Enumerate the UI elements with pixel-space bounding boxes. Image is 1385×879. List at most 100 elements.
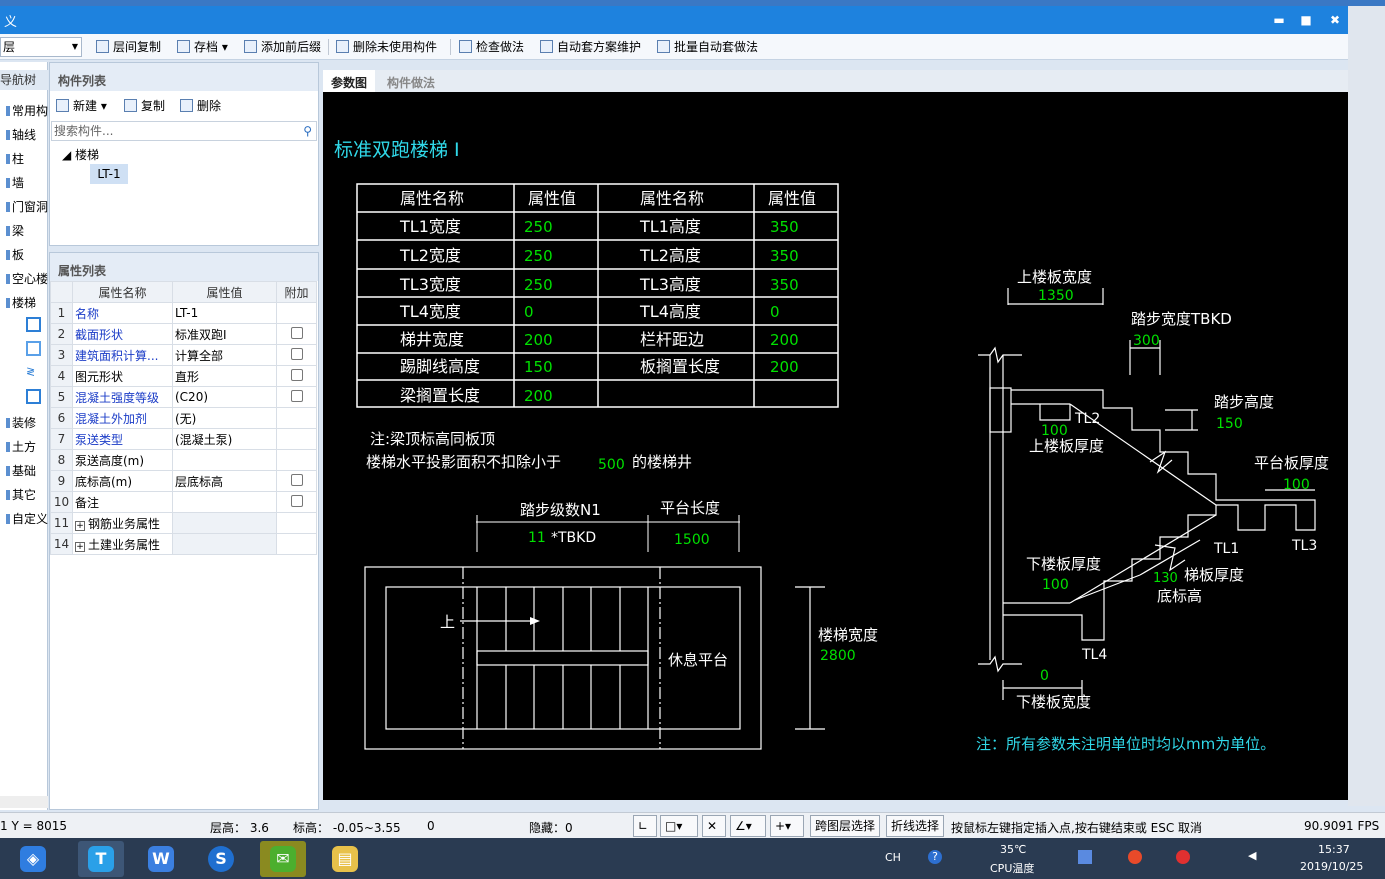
floor-copy-button[interactable]: 层间复制 bbox=[96, 38, 161, 56]
attach-checkbox[interactable] bbox=[290, 494, 303, 507]
nav-item[interactable]: 柱 bbox=[6, 150, 24, 167]
property-row[interactable]: 2 截面形状 标准双跑I bbox=[50, 323, 317, 345]
tray-app-icon[interactable] bbox=[1176, 850, 1190, 864]
tab-component-method[interactable]: 构件做法 bbox=[379, 70, 443, 92]
help-icon[interactable]: ? bbox=[928, 850, 942, 864]
property-value[interactable] bbox=[172, 491, 277, 513]
taskbar-app[interactable]: T bbox=[78, 841, 124, 877]
property-row[interactable]: 8 泵送高度(m) bbox=[50, 449, 317, 471]
property-value[interactable]: 计算全部 bbox=[172, 344, 277, 366]
nav-item[interactable]: 空心楼 bbox=[6, 270, 48, 287]
diagram-canvas[interactable]: 标准双跑楼梯 I 属性名称 属性值 属性名称 属性值 TL1宽度 250 TL1高度… bbox=[323, 92, 1348, 800]
search-input[interactable]: 搜索构件... ⚲ bbox=[51, 121, 317, 141]
property-row[interactable]: 5 混凝土强度等级 (C20) bbox=[50, 386, 317, 408]
property-value[interactable]: (C20) bbox=[172, 386, 277, 408]
tl2-label: TL2 bbox=[1074, 411, 1100, 427]
property-value[interactable]: (混凝土泵) bbox=[172, 428, 277, 450]
property-value[interactable]: 层底标高 bbox=[172, 470, 277, 492]
tray-app-icon[interactable] bbox=[1078, 850, 1092, 864]
property-row[interactable]: 10 备注 bbox=[50, 491, 317, 513]
taskbar-app[interactable]: ✉ bbox=[260, 841, 306, 877]
copy-button[interactable]: 复制 bbox=[124, 97, 165, 115]
delete-unused-button[interactable]: 删除未使用构件 bbox=[336, 38, 437, 56]
property-value[interactable] bbox=[172, 533, 277, 555]
nav-item[interactable]: 土方 bbox=[6, 438, 36, 455]
property-name: 混凝土强度等级 bbox=[72, 386, 173, 408]
riser-height-label: 踏步高度 bbox=[1214, 393, 1274, 411]
snap-icon[interactable]: +▾ bbox=[770, 815, 804, 837]
nav-item[interactable]: 其它 bbox=[6, 486, 36, 503]
minimize-button[interactable]: ▬ bbox=[1268, 10, 1290, 30]
archive-button[interactable]: 存档 ▾ bbox=[177, 38, 228, 56]
steps-unit: *TBKD bbox=[551, 530, 596, 546]
nav-item[interactable]: 自定义 bbox=[6, 510, 48, 527]
property-row[interactable]: 14 + 土建业务属性 bbox=[50, 533, 317, 555]
horizontal-scrollbar[interactable] bbox=[0, 796, 48, 808]
property-row[interactable]: 4 图元形状 直形 bbox=[50, 365, 317, 387]
maximize-button[interactable]: ■ bbox=[1295, 10, 1317, 30]
nav-item[interactable]: 基础 bbox=[6, 462, 36, 479]
property-row[interactable]: 3 建筑面积计算... 计算全部 bbox=[50, 344, 317, 366]
taskbar-app[interactable]: W bbox=[138, 841, 184, 877]
tab-param-diagram[interactable]: 参数图 bbox=[323, 70, 376, 92]
nav-item[interactable]: 梁 bbox=[6, 222, 24, 239]
expand-icon[interactable]: + bbox=[75, 520, 85, 531]
nav-item[interactable]: 常用构 bbox=[6, 102, 48, 119]
property-value[interactable]: 直形 bbox=[172, 365, 277, 387]
property-row[interactable]: 7 泵送类型 (混凝土泵) bbox=[50, 428, 317, 450]
property-value[interactable] bbox=[172, 449, 277, 471]
property-name: + 钢筋业务属性 bbox=[72, 512, 173, 534]
nav-item[interactable]: 板 bbox=[6, 246, 24, 263]
property-name: 备注 bbox=[72, 491, 173, 513]
new-button[interactable]: 新建 ▾ bbox=[56, 97, 107, 115]
tab-bar: 参数图 构件做法 bbox=[323, 70, 1348, 92]
check-method-button[interactable]: 检查做法 bbox=[459, 38, 524, 56]
property-row[interactable]: 6 混凝土外加剂 (无) bbox=[50, 407, 317, 429]
add-prefix-suffix-button[interactable]: 添加前后缀 bbox=[244, 38, 321, 56]
property-row[interactable]: 9 底标高(m) 层底标高 bbox=[50, 470, 317, 492]
taskbar-app[interactable]: S bbox=[198, 841, 244, 877]
property-row[interactable]: 11 + 钢筋业务属性 bbox=[50, 512, 317, 534]
stair-icon[interactable] bbox=[26, 341, 41, 356]
auto-scheme-button[interactable]: 自动套方案维护 bbox=[540, 38, 641, 56]
batch-auto-button[interactable]: 批量自动套做法 bbox=[657, 38, 758, 56]
tree-node-lt1[interactable]: LT-1 bbox=[90, 164, 128, 184]
property-value[interactable]: 标准双跑I bbox=[172, 323, 277, 345]
nav-item[interactable]: 墙 bbox=[6, 174, 24, 191]
property-row[interactable]: 1 名称 LT-1 bbox=[50, 302, 317, 324]
attach-checkbox[interactable] bbox=[290, 326, 303, 339]
nav-item[interactable]: 装修 bbox=[6, 414, 36, 431]
angle-icon[interactable]: ∠▾ bbox=[730, 815, 766, 837]
select-box-icon[interactable]: □▾ bbox=[660, 815, 698, 837]
ortho-icon[interactable]: ∟ bbox=[633, 815, 657, 837]
cross-layer-select-button[interactable]: 跨图层选择 bbox=[810, 815, 881, 837]
attach-checkbox[interactable] bbox=[290, 389, 303, 402]
taskbar-app[interactable]: ◈ bbox=[10, 841, 56, 877]
property-value[interactable]: LT-1 bbox=[172, 302, 277, 324]
stair-icon[interactable] bbox=[26, 389, 41, 404]
nav-item[interactable]: 轴线 bbox=[6, 126, 36, 143]
property-value[interactable]: (无) bbox=[172, 407, 277, 429]
tray-app-icon[interactable] bbox=[1128, 850, 1142, 864]
property-table: 属性名称 属性值 附加 1 名称 LT-1 2 截面形状 标准双跑I 3 建筑面积计算... 计… bbox=[50, 281, 317, 555]
layer-select[interactable]: 层 ▼ bbox=[0, 37, 82, 57]
polyline-select-button[interactable]: 折线选择 bbox=[886, 815, 945, 837]
attach-checkbox[interactable] bbox=[290, 368, 303, 381]
copy-label: 复制 bbox=[141, 99, 166, 113]
close-button[interactable]: ✖ bbox=[1324, 10, 1346, 30]
stair-icon[interactable]: ≷ bbox=[26, 365, 41, 380]
attach-checkbox[interactable] bbox=[290, 473, 303, 486]
nav-item-stairs[interactable]: 楼梯 bbox=[6, 294, 36, 311]
attach-checkbox[interactable] bbox=[290, 347, 303, 360]
delete-button[interactable]: 删除 bbox=[180, 97, 221, 115]
nav-item[interactable]: 门窗洞 bbox=[6, 198, 48, 215]
property-value[interactable] bbox=[172, 512, 277, 534]
taskbar-app[interactable]: ▤ bbox=[322, 841, 368, 877]
stair-icon[interactable] bbox=[26, 317, 41, 332]
app-t-icon: T bbox=[88, 846, 114, 872]
tree-node-stairs[interactable]: ◢ 楼梯 bbox=[62, 146, 99, 163]
speaker-icon[interactable]: ◀ bbox=[1248, 849, 1256, 862]
cross-icon[interactable]: ✕ bbox=[702, 815, 726, 837]
input-lang[interactable]: CH bbox=[885, 851, 901, 864]
expand-icon[interactable]: + bbox=[75, 541, 85, 552]
